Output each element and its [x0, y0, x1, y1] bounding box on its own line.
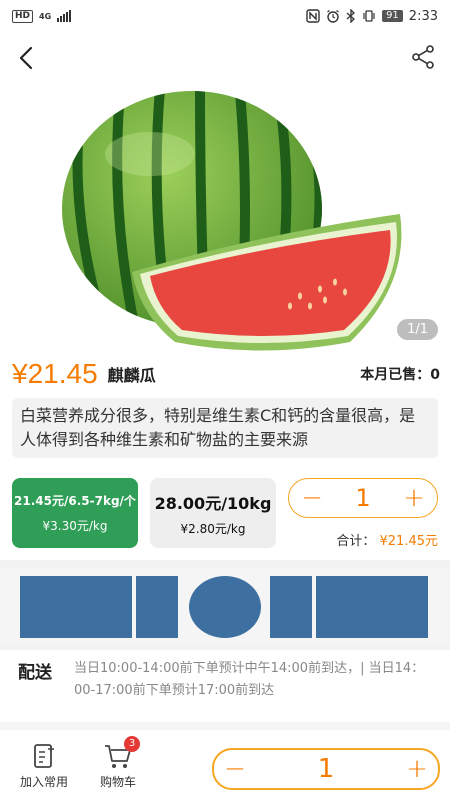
product-gallery[interactable]: 1/1: [0, 84, 450, 352]
status-time: 2:33: [408, 8, 438, 24]
increase-button[interactable]: +: [399, 483, 429, 513]
total-label: 合计：: [336, 534, 376, 549]
quantity-stepper: − 1 +: [288, 478, 438, 518]
add-to-frequent-label: 加入常用: [19, 775, 68, 789]
delivery-text: 当日10:00-14:00前下单预计中午14:00前到达，| 当日14：00-1…: [74, 661, 425, 698]
banner-graphic: [20, 576, 428, 638]
chevron-left-icon[interactable]: [12, 42, 42, 74]
bottom-quantity-stepper: − 1 +: [212, 748, 440, 790]
decrease-button[interactable]: −: [297, 483, 327, 513]
status-right: 91 2:33: [306, 9, 438, 24]
section-divider: [0, 722, 450, 730]
price-row: ¥21.45 麒麟瓜 本月已售：0: [12, 354, 440, 394]
spec-option-unit-price: ¥2.80元/kg: [180, 521, 246, 536]
increase-button[interactable]: +: [402, 754, 432, 784]
cart-label: 购物车: [99, 775, 136, 789]
vibrate-icon: [363, 10, 375, 22]
total-row: 合计： ¥21.45元: [336, 530, 438, 549]
battery-indicator: 91: [382, 10, 403, 22]
decrease-button[interactable]: −: [220, 754, 250, 784]
spec-option-unit-price: ¥3.30元/kg: [42, 519, 108, 533]
bluetooth-icon: [346, 9, 356, 23]
delivery-section: 配送 当日10:00-14:00前下单预计中午14:00前到达，| 当日14：0…: [18, 658, 438, 702]
nfc-icon: [306, 9, 320, 23]
spec-option-title: 21.45元/6.5-7kg/个: [14, 494, 136, 508]
network-type: 4G: [39, 11, 52, 21]
hd-indicator: HD: [12, 9, 34, 23]
monthly-sales-count: 0: [430, 367, 440, 383]
spec-option-title: 28.00元/10kg: [154, 493, 272, 513]
monthly-sales: 本月已售：0: [360, 364, 440, 384]
add-to-frequent-button[interactable]: 加入常用: [12, 742, 76, 790]
spec-option-1[interactable]: 21.45元/6.5-7kg/个 ¥3.30元/kg: [12, 478, 138, 548]
cart-badge: 3: [124, 736, 140, 752]
gallery-page-indicator: 1/1: [397, 319, 438, 340]
status-left: HD 4G: [12, 9, 72, 23]
nav-bar: [0, 32, 450, 84]
total-value: ¥21.45元: [379, 534, 439, 549]
add-list-icon: [34, 744, 54, 768]
spec-option-2[interactable]: 28.00元/10kg ¥2.80元/kg: [150, 478, 276, 548]
watermelon-photo: [62, 91, 402, 351]
alarm-icon: [327, 10, 339, 23]
product-description: 白菜营养成分很多，特别是维生素C和钙的含量很高，是人体得到各种维生素和矿物盐的主…: [12, 398, 438, 458]
cart-button[interactable]: 3 购物车: [86, 736, 150, 790]
status-bar: HD 4G 91 2:33: [0, 0, 450, 32]
section-divider: [0, 644, 450, 650]
quantity-value[interactable]: 1: [355, 484, 370, 512]
section-divider: [0, 560, 450, 568]
product-price: ¥21.45: [12, 358, 98, 389]
monthly-sales-label: 本月已售：: [360, 367, 431, 383]
promo-banner[interactable]: [0, 568, 450, 644]
bottom-bar: 加入常用 3 购物车 − 1 +: [0, 730, 450, 800]
share-icon[interactable]: [410, 44, 436, 70]
product-name: 麒麟瓜: [107, 366, 156, 385]
delivery-label: 配送: [18, 663, 52, 683]
signal-icon: [57, 10, 72, 22]
bottom-quantity-value[interactable]: 1: [318, 754, 335, 784]
